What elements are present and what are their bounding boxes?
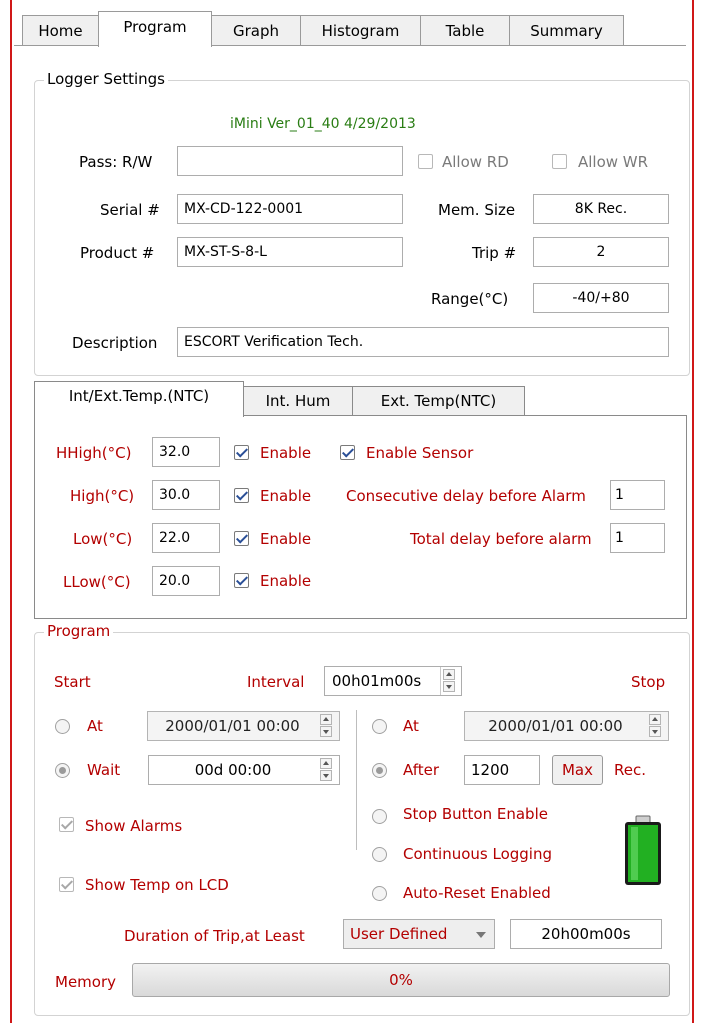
rec-label: Rec.	[614, 761, 646, 779]
wait-spinner[interactable]	[318, 757, 334, 783]
show-alarms-checkbox[interactable]	[59, 817, 74, 832]
trip-field[interactable]: 2	[533, 237, 669, 267]
after-records-input[interactable]: 1200	[464, 755, 540, 785]
memory-progress-text: 0%	[389, 971, 413, 989]
firmware-version: iMini Ver_01_40 4/29/2013	[230, 116, 416, 132]
description-input[interactable]: ESCORT Verification Tech.	[177, 327, 669, 357]
hhigh-enable-checkbox[interactable]	[234, 445, 249, 460]
stop-button-enable-label: Stop Button Enable	[403, 805, 548, 823]
show-temp-lcd-checkbox[interactable]	[59, 877, 74, 892]
hhigh-input[interactable]: 32.0	[152, 437, 220, 467]
consecutive-delay-input[interactable]: 1	[610, 480, 665, 510]
show-alarms-label: Show Alarms	[85, 817, 183, 835]
duration-value-field[interactable]: 20h00m00s	[510, 919, 662, 949]
duration-label: Duration of Trip,at Least	[124, 927, 305, 945]
logger-settings-legend: Logger Settings	[44, 70, 169, 88]
main-tab-bar: Home Program Graph Histogram Table Summa…	[0, 0, 703, 47]
llow-input[interactable]: 20.0	[152, 566, 220, 596]
total-delay-label: Total delay before alarm	[410, 530, 592, 548]
column-divider	[356, 710, 357, 850]
low-enable-checkbox[interactable]	[234, 531, 249, 546]
program-legend: Program	[44, 622, 114, 640]
interval-label: Interval	[247, 673, 305, 691]
description-label: Description	[72, 334, 158, 352]
llow-enable-label: Enable	[260, 572, 312, 590]
enable-sensor-label: Enable Sensor	[366, 444, 474, 462]
wait-radio[interactable]	[55, 763, 70, 778]
mem-size-label: Mem. Size	[438, 201, 516, 219]
trip-label: Trip #	[472, 244, 517, 262]
mem-size-field[interactable]: 8K Rec.	[533, 194, 669, 224]
tab-int-ext-temp[interactable]: Int/Ext.Temp.(NTC)	[34, 381, 244, 417]
llow-enable-checkbox[interactable]	[234, 573, 249, 588]
allow-wr-checkbox[interactable]	[552, 154, 567, 169]
stop-at-radio[interactable]	[372, 719, 387, 734]
sensor-panel	[34, 415, 687, 619]
stop-at-label: At	[403, 717, 419, 735]
start-at-label: At	[87, 717, 103, 735]
continuous-logging-radio[interactable]	[372, 847, 387, 862]
high-label: High(°C)	[70, 487, 135, 505]
auto-reset-radio[interactable]	[372, 886, 387, 901]
hhigh-label: HHigh(°C)	[56, 444, 132, 462]
tab-histogram[interactable]: Histogram	[300, 15, 421, 46]
duration-select[interactable]: User Defined	[343, 919, 495, 949]
pass-label: Pass: R/W	[79, 153, 153, 171]
stop-button-enable-radio[interactable]	[372, 809, 387, 824]
start-label: Start	[54, 673, 91, 691]
after-label: After	[403, 761, 440, 779]
range-field[interactable]: -40/+80	[533, 283, 669, 313]
enable-sensor-checkbox[interactable]	[340, 445, 355, 460]
after-radio[interactable]	[372, 763, 387, 778]
hhigh-enable-label: Enable	[260, 444, 312, 462]
memory-progress-bar: 0%	[132, 963, 670, 997]
interval-spinner[interactable]	[440, 667, 456, 695]
tab-table[interactable]: Table	[420, 15, 510, 46]
tab-ext-temp[interactable]: Ext. Temp(NTC)	[352, 386, 525, 416]
battery-icon	[623, 815, 663, 887]
wait-input[interactable]: 00d 00:00	[148, 755, 340, 785]
start-at-radio[interactable]	[55, 719, 70, 734]
high-input[interactable]: 30.0	[152, 480, 220, 510]
llow-label: LLow(°C)	[63, 573, 131, 591]
high-enable-label: Enable	[260, 487, 312, 505]
allow-rd-label: Allow RD	[442, 153, 509, 171]
allow-wr-label: Allow WR	[578, 153, 649, 171]
low-label: Low(°C)	[73, 530, 133, 548]
auto-reset-label: Auto-Reset Enabled	[403, 884, 551, 902]
pass-input[interactable]	[177, 146, 403, 176]
tab-int-hum[interactable]: Int. Hum	[243, 386, 353, 416]
low-enable-label: Enable	[260, 530, 312, 548]
serial-input[interactable]: MX-CD-122-0001	[177, 194, 403, 224]
start-at-datetime[interactable]: 2000/01/01 00:00	[147, 711, 340, 741]
low-input[interactable]: 22.0	[152, 523, 220, 553]
memory-label: Memory	[55, 973, 117, 991]
serial-label: Serial #	[100, 201, 160, 219]
total-delay-input[interactable]: 1	[610, 523, 665, 553]
chevron-down-icon	[476, 932, 486, 938]
continuous-logging-label: Continuous Logging	[403, 845, 552, 863]
product-label: Product #	[80, 244, 155, 262]
show-temp-lcd-label: Show Temp on LCD	[85, 876, 229, 894]
duration-select-value: User Defined	[350, 925, 448, 943]
product-input[interactable]: MX-ST-S-8-L	[177, 237, 403, 267]
allow-rd-checkbox[interactable]	[418, 154, 433, 169]
tab-summary[interactable]: Summary	[509, 15, 624, 46]
wait-label: Wait	[87, 761, 121, 779]
tab-home[interactable]: Home	[22, 15, 99, 46]
stop-at-spinner[interactable]	[647, 713, 663, 739]
high-enable-checkbox[interactable]	[234, 488, 249, 503]
tab-program[interactable]: Program	[98, 11, 212, 47]
stop-at-datetime[interactable]: 2000/01/01 00:00	[464, 711, 669, 741]
range-label: Range(°C)	[431, 290, 509, 308]
max-button[interactable]: Max	[552, 755, 603, 785]
stop-label: Stop	[631, 673, 666, 691]
tab-graph[interactable]: Graph	[211, 15, 301, 46]
consecutive-delay-label: Consecutive delay before Alarm	[346, 487, 586, 505]
start-at-spinner[interactable]	[318, 713, 334, 739]
